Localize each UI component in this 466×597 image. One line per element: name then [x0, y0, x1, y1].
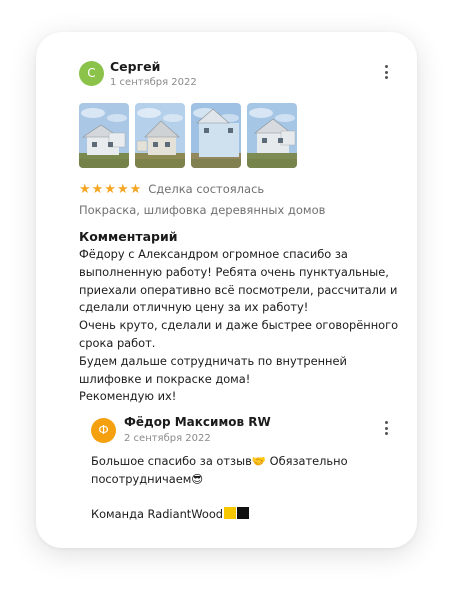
reply-line: Большое спасибо за отзыв🤝 Обязательно	[91, 453, 371, 471]
comment-line: Очень круто, сделали и даже быстрее огов…	[79, 318, 399, 333]
handshake-icon: 🤝	[251, 454, 266, 468]
reply-line: посотрудничаем😎	[91, 471, 371, 489]
reply-text-segment: Большое спасибо за отзыв	[91, 454, 252, 468]
deal-status: Сделка состоялась	[148, 182, 265, 196]
comment-line: выполненную работу! Ребята очень пунктуа…	[79, 264, 389, 279]
black-square-icon	[237, 507, 250, 520]
review-card: С Сергей 1 сентября 2022 ★★★★★ Сделка со…	[36, 32, 417, 548]
sunglasses-icon: 😎	[191, 471, 204, 486]
comment-line: приехали оперативно всё посмотрели, расс…	[79, 282, 398, 297]
reply-spacer	[91, 489, 371, 507]
yellow-square-icon	[224, 507, 237, 520]
reply-date: 2 сентября 2022	[124, 433, 211, 444]
comment-line: Рекомендую их!	[79, 389, 177, 404]
reply-block: Ф Фёдор Максимов RW 2 сентября 2022 Боль…	[91, 415, 393, 525]
comment-line: Фёдору с Александром огромное спасибо за	[79, 247, 348, 261]
reply-signature: Команда RadiantWood	[91, 506, 371, 524]
rating-row: ★★★★★ Сделка состоялась	[79, 181, 264, 197]
comment-line: сделали отличную цену за их работу!	[79, 300, 309, 315]
comment-body: Фёдору с Александром огромное спасибо за…	[79, 246, 405, 406]
comment-heading: Комментарий	[79, 229, 178, 244]
comment-line: шлифовке и покраске дома!	[79, 371, 251, 386]
service-name: Покраска, шлифовка деревянных домов	[79, 203, 326, 217]
comment-line: срока работ.	[79, 335, 156, 350]
reply-body: Большое спасибо за отзыв🤝 Обязательно по…	[91, 453, 371, 524]
more-options-icon[interactable]	[379, 419, 393, 437]
house-photo-1[interactable]	[79, 103, 129, 168]
review-date: 1 сентября 2022	[110, 77, 197, 88]
reply-text-segment: посотрудничаем	[91, 471, 192, 486]
avatar[interactable]: С	[79, 61, 104, 86]
reply-author-name[interactable]: Фёдор Максимов RW	[124, 415, 271, 429]
photo-gallery	[79, 103, 297, 168]
house-photo-2[interactable]	[135, 103, 185, 168]
star-rating: ★★★★★	[79, 181, 143, 197]
avatar[interactable]: Ф	[91, 418, 116, 443]
comment-line: Будем дальше сотрудничать по внутренней	[79, 353, 347, 368]
more-options-icon[interactable]	[379, 63, 393, 81]
review-header: С Сергей 1 сентября 2022	[79, 59, 393, 93]
house-photo-3[interactable]	[191, 103, 241, 168]
reply-text-segment: Обязательно	[265, 454, 348, 468]
house-photo-4[interactable]	[247, 103, 297, 168]
reviewer-name[interactable]: Сергей	[110, 59, 160, 74]
signature-text: Команда RadiantWood	[91, 507, 224, 522]
